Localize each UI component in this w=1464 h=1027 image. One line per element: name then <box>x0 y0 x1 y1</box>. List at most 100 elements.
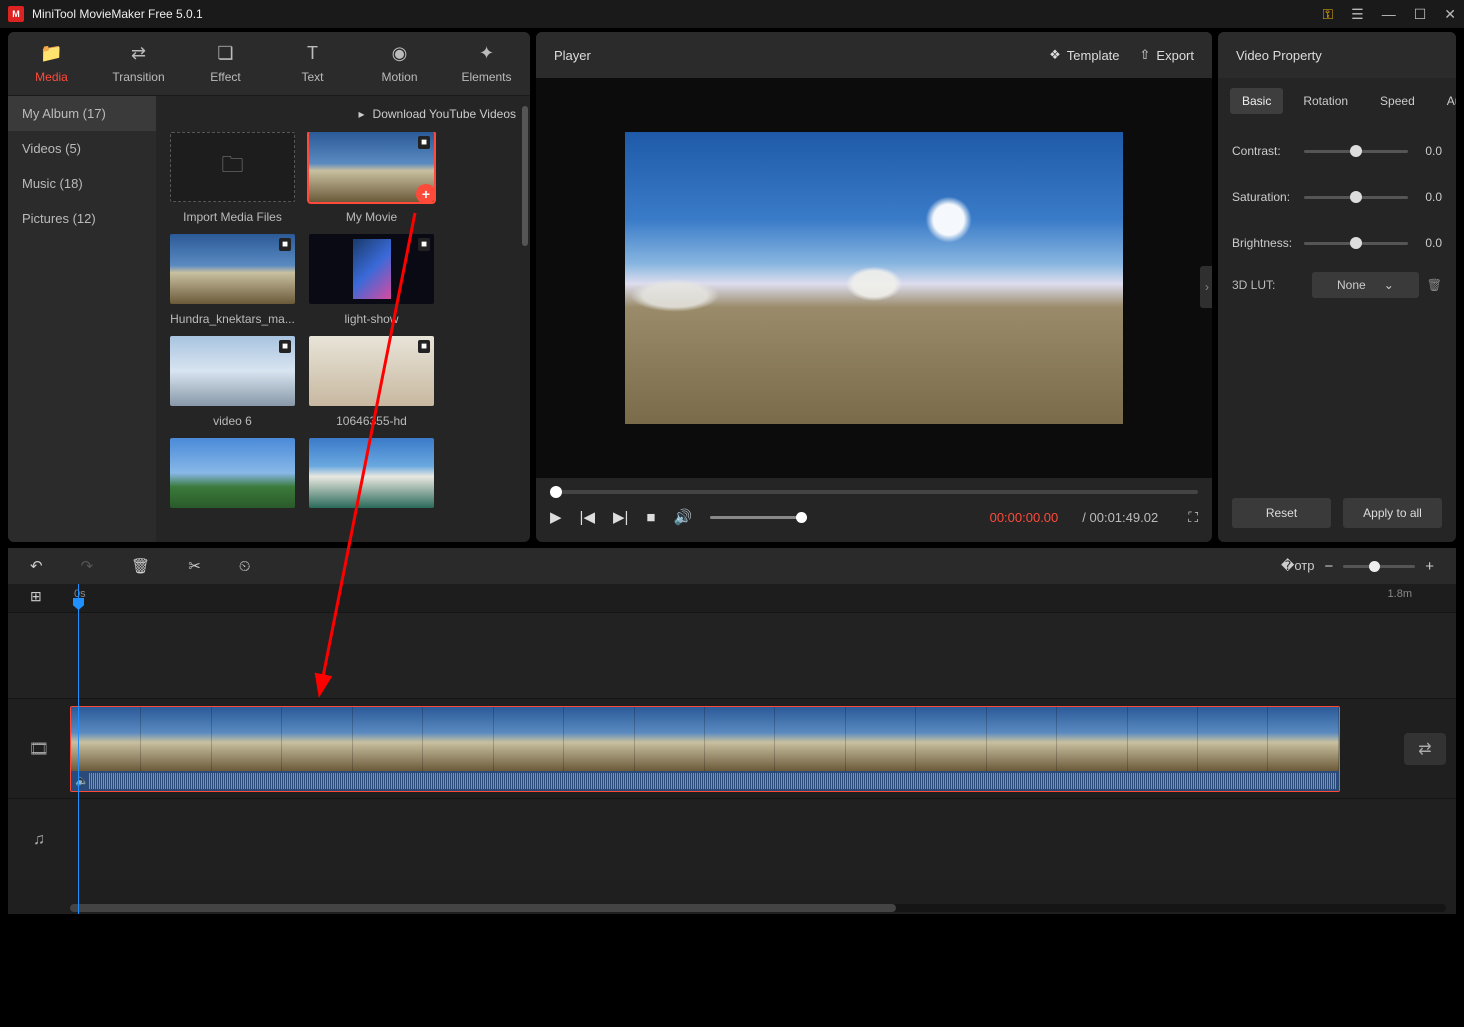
volume-thumb[interactable] <box>796 512 807 523</box>
saturation-value: 0.0 <box>1408 190 1442 204</box>
next-frame-button[interactable]: ▶| <box>613 508 628 526</box>
license-key-icon[interactable]: ⚿ <box>1322 6 1333 23</box>
media-item[interactable]: ■+ My Movie <box>309 132 434 224</box>
download-youtube-link[interactable]: ▸ Download YouTube Videos <box>156 96 530 132</box>
media-item-import[interactable]: 🗀 Import Media Files <box>170 132 295 224</box>
contrast-slider[interactable] <box>1304 150 1408 153</box>
timeline-h-scrollbar[interactable] <box>70 904 1446 912</box>
prop-tab-speed[interactable]: Speed <box>1368 88 1427 114</box>
timeline-ruler[interactable]: ⊞ 0s 1.8m <box>8 584 1456 612</box>
redo-button[interactable]: ↷ <box>81 557 94 575</box>
media-label: My Movie <box>309 210 434 224</box>
app-icon: M <box>8 6 24 22</box>
close-button[interactable]: ✕ <box>1444 6 1456 23</box>
tab-motion[interactable]: ◉ Motion <box>356 32 443 95</box>
music-icon: ♫ <box>33 831 45 849</box>
scrollbar-thumb[interactable] <box>70 904 896 912</box>
zoom-thumb[interactable] <box>1369 561 1380 572</box>
delete-lut-icon[interactable]: 🗑 <box>1427 278 1442 292</box>
apply-all-button[interactable]: Apply to all <box>1343 498 1442 528</box>
nav-videos[interactable]: Videos (5) <box>8 131 156 166</box>
media-panel: 📁 Media ⇄Transition ❏Effect T Text ◉ Motion… <box>8 32 530 542</box>
nav-pictures[interactable]: Pictures (12) <box>8 201 156 236</box>
media-item[interactable]: ■ light-show <box>309 234 434 326</box>
video-badge-icon: ■ <box>279 340 291 353</box>
text-icon: T <box>307 43 318 64</box>
media-item[interactable]: ■ 10646355-hd <box>309 336 434 428</box>
zoom-in-button[interactable]: + <box>1425 558 1434 575</box>
speed-button[interactable]: ⏲ <box>239 558 251 575</box>
tab-transition[interactable]: ⇄Transition <box>95 32 182 95</box>
maximize-button[interactable]: ☐ <box>1414 6 1427 23</box>
panel-expand-handle[interactable]: › <box>1200 266 1212 308</box>
export-button[interactable]: ⇧ Export <box>1140 47 1194 63</box>
export-icon: ⇧ <box>1140 47 1151 63</box>
video-track[interactable]: 🎞 🔈 ⇄ <box>8 698 1456 798</box>
delete-button[interactable]: 🗑 <box>131 557 150 575</box>
video-badge-icon: ■ <box>418 340 430 353</box>
media-item[interactable] <box>309 438 434 516</box>
tab-label: Media <box>35 70 68 84</box>
title-bar: M MiniTool MovieMaker Free 5.0.1 ⚿ ☰ — ☐… <box>0 0 1464 28</box>
undo-button[interactable]: ↶ <box>30 557 43 575</box>
swap-clip-button[interactable]: ⇄ <box>1404 733 1446 765</box>
saturation-slider[interactable] <box>1304 196 1408 199</box>
tab-media[interactable]: 📁 Media <box>8 32 95 95</box>
tab-label: Elements <box>461 70 511 84</box>
zoom-slider[interactable] <box>1343 565 1415 568</box>
split-button[interactable]: ✂ <box>188 557 201 575</box>
add-to-timeline-button[interactable]: + <box>416 184 434 202</box>
zoom-out-button[interactable]: − <box>1324 558 1333 575</box>
brightness-slider[interactable] <box>1304 242 1408 245</box>
property-title: Video Property <box>1236 48 1322 63</box>
transition-icon: ⇄ <box>131 43 146 64</box>
export-label: Export <box>1156 48 1194 63</box>
preview-area <box>536 78 1212 478</box>
tab-label: Motion <box>381 70 417 84</box>
prop-tab-audio[interactable]: Audio <box>1435 88 1456 114</box>
folder-icon: 📁 <box>40 43 62 64</box>
menu-icon[interactable]: ☰ <box>1351 6 1364 23</box>
folder-icon: 🗀 <box>221 148 243 186</box>
lut-select[interactable]: None⌄ <box>1312 272 1419 298</box>
media-label: light-show <box>309 312 434 326</box>
seek-thumb[interactable] <box>550 486 562 498</box>
fullscreen-button[interactable]: ⛶ <box>1188 509 1198 526</box>
seek-bar[interactable] <box>550 490 1198 494</box>
playhead[interactable] <box>78 584 79 914</box>
media-item[interactable]: ■ video 6 <box>170 336 295 428</box>
player-title: Player <box>554 48 591 63</box>
slider-thumb[interactable] <box>1350 237 1362 249</box>
minimize-button[interactable]: — <box>1382 6 1396 22</box>
template-button[interactable]: ❖Template <box>1049 47 1119 63</box>
reset-button[interactable]: Reset <box>1232 498 1331 528</box>
timeline-toolbar: ↶ ↷ 🗑 ✂ ⏲ �отр − + <box>8 548 1456 584</box>
video-clip[interactable]: 🔈 <box>70 706 1340 792</box>
ruler-end: 1.8m <box>1388 588 1412 600</box>
fit-zoom-icon[interactable]: �отр <box>1281 558 1314 574</box>
tab-text[interactable]: T Text <box>269 32 356 95</box>
scrollbar[interactable] <box>522 106 528 246</box>
tab-elements[interactable]: ✦Elements <box>443 32 530 95</box>
tab-effect[interactable]: ❏Effect <box>182 32 269 95</box>
volume-slider[interactable] <box>710 516 802 519</box>
tab-label: Effect <box>210 70 240 84</box>
add-track-button[interactable]: ⊞ <box>30 588 42 605</box>
prop-tab-rotation[interactable]: Rotation <box>1291 88 1360 114</box>
tab-label: Text <box>301 70 323 84</box>
media-item[interactable] <box>170 438 295 516</box>
motion-icon: ◉ <box>392 43 408 64</box>
play-button[interactable]: ▶ <box>550 508 562 526</box>
slider-thumb[interactable] <box>1350 191 1362 203</box>
media-item[interactable]: ■ Hundra_knektars_ma... <box>170 234 295 326</box>
stop-button[interactable]: ■ <box>646 509 655 526</box>
youtube-icon: ▸ <box>359 107 365 121</box>
prev-frame-button[interactable]: |◀ <box>580 508 595 526</box>
media-label: Import Media Files <box>170 210 295 224</box>
audio-track[interactable]: ♫ <box>8 798 1456 880</box>
nav-my-album[interactable]: My Album (17) <box>8 96 156 131</box>
nav-music[interactable]: Music (18) <box>8 166 156 201</box>
volume-icon[interactable]: 🔊 <box>673 508 692 526</box>
prop-tab-basic[interactable]: Basic <box>1230 88 1283 114</box>
slider-thumb[interactable] <box>1350 145 1362 157</box>
